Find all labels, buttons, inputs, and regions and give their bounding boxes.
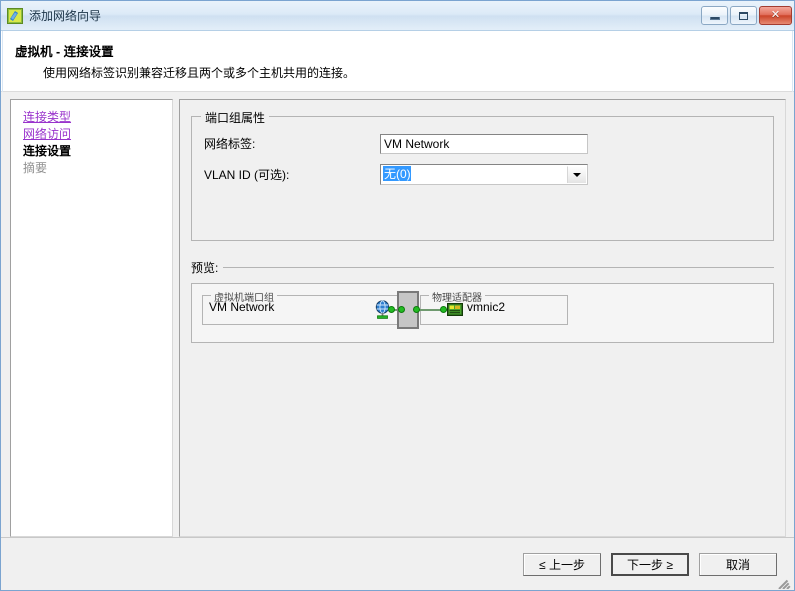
- network-topology-diagram: 虚拟机端口组 VM Network 物理适配器 vmnic2: [202, 289, 568, 329]
- port-group-properties-groupbox: 端口组属性 网络标签: VM Network VLAN ID (可选): 无(0…: [191, 109, 774, 241]
- cancel-button[interactable]: 取消: [699, 552, 777, 576]
- physical-adapter-name: vmnic2: [467, 300, 506, 314]
- network-label-input[interactable]: VM Network: [380, 133, 588, 154]
- close-button[interactable]: ✕: [759, 6, 792, 25]
- page-subtitle: 使用网络标签识别兼容迁移且两个或多个主机共用的连接。: [43, 66, 356, 80]
- vlan-id-label: VLAN ID (可选):: [204, 168, 290, 182]
- preview-section-header: 预览:: [191, 259, 774, 276]
- sidebar-item-connection-settings[interactable]: 连接设置: [23, 143, 172, 160]
- title-bar[interactable]: 添加网络向导 ✕: [1, 1, 794, 31]
- wizard-step-list: 连接类型 网络访问 连接设置 摘要: [10, 99, 173, 537]
- network-card-icon: [447, 303, 463, 316]
- port-group-properties-title: 端口组属性: [201, 109, 270, 126]
- connector-dot-port-group: [388, 306, 395, 313]
- vlan-id-row: VLAN ID (可选): 无(0): [204, 164, 761, 185]
- sidebar-item-network-access[interactable]: 网络访问: [23, 126, 172, 143]
- page-title: 虚拟机 - 连接设置: [15, 45, 114, 59]
- sidebar-item-connection-type[interactable]: 连接类型: [23, 109, 172, 126]
- vlan-id-value[interactable]: 无(0): [381, 165, 567, 184]
- vm-port-group-name: VM Network: [209, 300, 275, 314]
- minimize-button[interactable]: [701, 6, 728, 25]
- minimize-icon: [709, 16, 720, 20]
- resize-grip[interactable]: [778, 575, 792, 589]
- wizard-header: 虚拟机 - 连接设置 使用网络标签识别兼容迁移且两个或多个主机共用的连接。: [1, 31, 794, 92]
- back-button[interactable]: ≤ 上一步: [523, 552, 601, 576]
- window-title: 添加网络向导: [29, 9, 102, 23]
- connector-dot-uplink: [440, 306, 447, 313]
- wizard-body: 连接类型 网络访问 连接设置 摘要 端口组属性 网络标签: VM Network…: [1, 92, 794, 537]
- wizard-icon: [7, 7, 23, 24]
- preview-panel: 虚拟机端口组 VM Network 物理适配器 vmnic2: [191, 283, 774, 343]
- next-button[interactable]: 下一步 ≥: [611, 552, 689, 576]
- connector-dot-vswitch-left: [398, 306, 405, 313]
- chevron-down-icon: [573, 173, 581, 177]
- vlan-id-selected-text: 无(0): [383, 166, 411, 181]
- vlan-id-combobox[interactable]: 无(0): [380, 164, 588, 185]
- close-icon: ✕: [770, 9, 781, 21]
- add-network-wizard-window: 添加网络向导 ✕ 虚拟机 - 连接设置 使用网络标签识别兼容迁移且两个或多个主机…: [0, 0, 795, 591]
- connector-dot-vswitch-right: [413, 306, 420, 313]
- preview-divider: [223, 267, 774, 268]
- wizard-content-panel: 端口组属性 网络标签: VM Network VLAN ID (可选): 无(0…: [179, 99, 786, 537]
- maximize-icon: [739, 11, 748, 20]
- vlan-id-dropdown-button[interactable]: [567, 166, 586, 183]
- network-label-label: 网络标签:: [204, 137, 256, 151]
- preview-label: 预览:: [191, 261, 219, 275]
- sidebar-item-summary: 摘要: [23, 161, 48, 175]
- network-label-row: 网络标签: VM Network: [204, 133, 761, 154]
- wizard-footer: ≤ 上一步 下一步 ≥ 取消: [1, 537, 794, 590]
- maximize-button[interactable]: [730, 6, 757, 25]
